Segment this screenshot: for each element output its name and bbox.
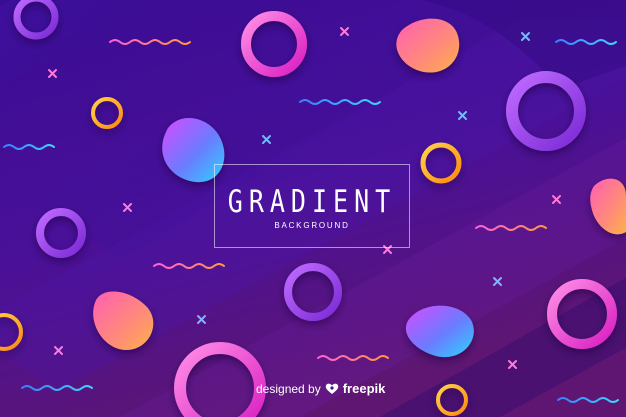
- title-heading: GRADIENT: [227, 183, 397, 220]
- credit-brand: freepik: [342, 381, 386, 396]
- freepik-logo-icon: [325, 383, 338, 394]
- freepik-credit: designed by freepik: [256, 381, 385, 396]
- title-frame: GRADIENT BACKGROUND: [214, 164, 410, 248]
- gradient-background-artwork: GRADIENT BACKGROUND designed by freepik: [0, 0, 626, 417]
- credit-prefix: designed by: [256, 381, 321, 396]
- title-subheading: BACKGROUND: [274, 221, 350, 230]
